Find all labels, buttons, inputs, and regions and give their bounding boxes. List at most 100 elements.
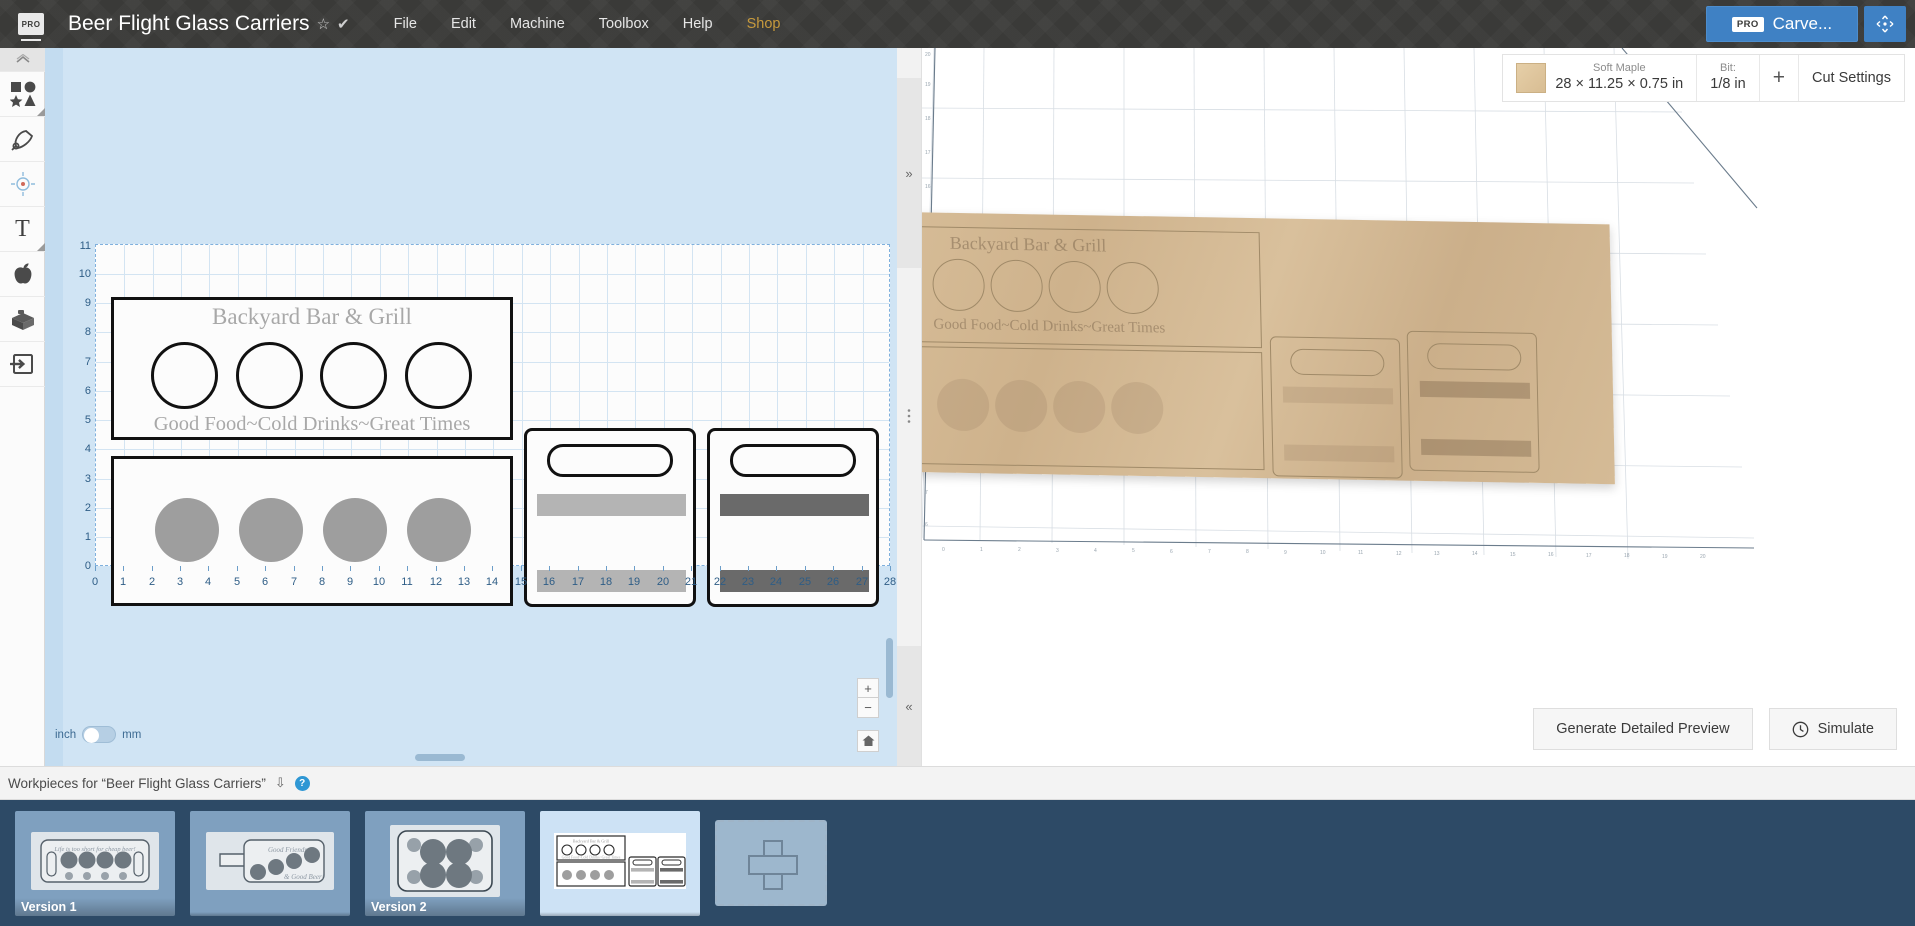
add-bit-button[interactable]: + xyxy=(1760,55,1799,101)
menu-toolbox[interactable]: Toolbox xyxy=(599,16,649,32)
divider-collapse-left-button[interactable]: « xyxy=(897,646,921,766)
svg-text:17: 17 xyxy=(925,150,931,156)
ruler-h-tick: 9 xyxy=(346,576,354,588)
design-circle-pocket[interactable] xyxy=(323,498,387,562)
tool-clipart[interactable] xyxy=(0,252,45,297)
app-logo[interactable]: PRO xyxy=(8,0,54,48)
expand-arrows-icon[interactable] xyxy=(1864,6,1906,42)
cut-settings-button[interactable]: Cut Settings xyxy=(1799,55,1904,101)
document-title[interactable]: Beer Flight Glass Carriers xyxy=(68,12,310,36)
tool-text[interactable]: T xyxy=(0,207,45,252)
design-circle-pocket[interactable] xyxy=(155,498,219,562)
star-icon[interactable]: ☆ xyxy=(317,15,330,33)
unit-toggle[interactable]: inch mm xyxy=(55,726,141,743)
workpiece-label xyxy=(540,911,700,916)
preview-handle-bar xyxy=(1419,380,1531,399)
design-circle-cut[interactable] xyxy=(236,342,303,409)
menu-machine[interactable]: Machine xyxy=(510,16,565,32)
zoom-controls: + − xyxy=(857,678,879,718)
svg-text:4: 4 xyxy=(1094,548,1097,554)
tool-3d[interactable] xyxy=(0,297,45,342)
carve-button[interactable]: PRO Carve... xyxy=(1706,6,1858,42)
design-handle-slot-outline[interactable] xyxy=(547,444,673,477)
simulate-button[interactable]: Simulate xyxy=(1768,708,1897,750)
preview-pane[interactable]: 201918 171615 141312 11109 876 012 345 6… xyxy=(922,48,1915,766)
toolbar-collapse-chevron-up-icon[interactable] xyxy=(0,48,45,72)
workpiece-2[interactable]: Good Friends & Good Beer! xyxy=(190,810,350,916)
workpieces-title: Workpieces for “Beer Flight Glass Carrie… xyxy=(8,775,266,791)
add-workpiece-button[interactable] xyxy=(715,820,827,906)
pen-path-icon xyxy=(10,130,33,151)
svg-text:18: 18 xyxy=(925,116,931,122)
svg-text:18: 18 xyxy=(1624,553,1630,559)
design-top-board-text[interactable]: Backyard Bar & Grill xyxy=(111,304,513,330)
pane-divider[interactable]: » « xyxy=(897,48,922,766)
design-handle-slot-outline[interactable] xyxy=(730,444,856,477)
workpiece-label: Version 2 xyxy=(365,897,525,916)
design-circle-cut[interactable] xyxy=(320,342,387,409)
workpiece-current[interactable]: Backyard Bar & Grill Good Food~Cold Drin… xyxy=(540,810,700,916)
svg-text:20: 20 xyxy=(925,52,931,58)
tool-align[interactable] xyxy=(0,162,45,207)
carve-button-label: Carve... xyxy=(1772,14,1833,33)
ruler-h-tick: 3 xyxy=(176,576,184,588)
unit-switch[interactable] xyxy=(82,726,117,743)
tool-shapes[interactable] xyxy=(0,72,45,117)
tool-expand-corner[interactable] xyxy=(37,108,45,116)
ruler-h-tick: 23 xyxy=(741,576,755,588)
horizontal-scrollbar[interactable] xyxy=(415,754,465,761)
top-bar: PRO Beer Flight Glass Carriers ☆ ✔ File … xyxy=(0,0,1915,48)
menu-edit[interactable]: Edit xyxy=(451,16,476,32)
design-handle-pocket-bar[interactable] xyxy=(537,494,686,516)
design-handle-pocket-bar[interactable] xyxy=(720,494,869,516)
help-icon[interactable]: ? xyxy=(294,775,310,791)
menu-file[interactable]: File xyxy=(394,16,417,32)
svg-text:12: 12 xyxy=(1396,551,1402,557)
home-icon[interactable] xyxy=(857,730,879,752)
zoom-out-button[interactable]: − xyxy=(857,698,879,718)
pro-logo-badge: PRO xyxy=(18,13,44,41)
svg-text:1: 1 xyxy=(980,547,983,553)
top-bar-actions: PRO Carve... xyxy=(1706,6,1915,42)
ruler-h-tick: 28 xyxy=(883,576,897,588)
vertical-scrollbar[interactable] xyxy=(886,638,893,698)
tool-draw[interactable] xyxy=(0,117,45,162)
tool-expand-corner[interactable] xyxy=(37,243,45,251)
ruler-v-tick: 0 xyxy=(84,560,91,572)
tool-import[interactable] xyxy=(0,342,45,387)
svg-text:& Good Beer!: & Good Beer! xyxy=(284,873,325,881)
ruler-h-tick: 15 xyxy=(514,576,528,588)
ruler-h-tick: 10 xyxy=(372,576,386,588)
design-canvas-pane[interactable]: Glue the long boards into the pockets on… xyxy=(45,48,897,766)
preview-board-3d[interactable]: Backyard Bar & Grill Good Food~Cold Drin… xyxy=(922,211,1615,485)
material-selector[interactable]: Soft Maple 28 × 11.25 × 0.75 in xyxy=(1503,55,1698,101)
material-bar: Soft Maple 28 × 11.25 × 0.75 in Bit: 1/8… xyxy=(1502,54,1905,102)
design-circle-cut[interactable] xyxy=(405,342,472,409)
design-circle-pocket[interactable] xyxy=(407,498,471,562)
design-circle-pocket[interactable] xyxy=(239,498,303,562)
ruler-h-tick: 4 xyxy=(204,576,212,588)
divider-drag-handle[interactable] xyxy=(897,403,921,429)
svg-text:9: 9 xyxy=(1284,550,1287,556)
menu-shop[interactable]: Shop xyxy=(747,16,781,32)
svg-text:6: 6 xyxy=(1170,549,1173,555)
divider-expand-right-button[interactable]: » xyxy=(897,78,921,268)
workpiece-version-2[interactable]: Version 2 xyxy=(365,810,525,916)
shapes-icon xyxy=(9,81,35,107)
ruler-h-tick: 13 xyxy=(457,576,471,588)
chevron-down-icon[interactable]: ⇩ xyxy=(275,775,286,791)
chevron-left-double-icon: « xyxy=(905,698,913,714)
generate-detailed-preview-button[interactable]: Generate Detailed Preview xyxy=(1533,708,1753,750)
ruler-vertical: 0 1 2 3 4 5 6 7 8 9 10 11 xyxy=(71,240,95,574)
menu-help[interactable]: Help xyxy=(683,16,713,32)
bit-label: Bit: xyxy=(1720,61,1736,74)
svg-text:2: 2 xyxy=(1018,547,1021,553)
design-top-board-subtext[interactable]: Good Food~Cold Drinks~Great Times xyxy=(111,413,513,436)
design-circle-cut[interactable] xyxy=(151,342,218,409)
preview-top-board-text: Backyard Bar & Grill xyxy=(949,232,1107,256)
bit-selector[interactable]: Bit: 1/8 in xyxy=(1697,55,1760,101)
ruler-h-tick: 14 xyxy=(485,576,499,588)
workpiece-version-1[interactable]: Life is too short for cheap beer! Versio… xyxy=(15,810,175,916)
zoom-in-button[interactable]: + xyxy=(857,678,879,698)
ruler-h-tick: 25 xyxy=(798,576,812,588)
